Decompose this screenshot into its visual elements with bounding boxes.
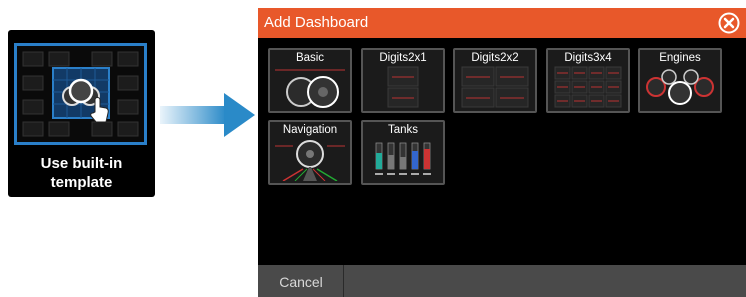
template-label-digits2x2: Digits2x2 [471,52,519,64]
tile-label: Use built-in template [40,155,123,191]
dialog-title: Add Dashboard [264,14,369,31]
template-card-digits2x1[interactable]: Digits2x1 [361,48,445,113]
cancel-button[interactable]: Cancel [258,265,344,297]
template-card-basic[interactable]: Basic [268,48,352,113]
template-label-digits3x4: Digits3x4 [564,52,612,64]
template-card-tanks[interactable]: Tanks [361,120,445,185]
close-icon[interactable] [718,12,740,34]
digits2x1-thumbnail [387,66,419,108]
template-card-digits2x2[interactable]: Digits2x2 [453,48,537,113]
basic-thumbnail [275,69,345,108]
template-label-engines: Engines [659,52,701,64]
arrow-right-icon [160,93,255,137]
cancel-label: Cancel [279,274,323,290]
template-label-navigation: Navigation [282,124,338,136]
template-label-tanks: Tanks [387,124,419,136]
digits3x4-thumbnail [554,66,622,108]
navigation-thumbnail [275,140,345,181]
add-dashboard-dialog: Add Dashboard Basic Digits2x1 Digits2x2 [258,8,746,297]
template-card-engines[interactable]: Engines [638,48,722,113]
digits2x2-thumbnail [461,66,529,108]
dialog-footer: Cancel [258,265,746,297]
template-card-digits3x4[interactable]: Digits3x4 [546,48,630,113]
template-label-basic: Basic [295,52,325,64]
template-illustration [14,43,147,145]
engines-thumbnail [646,69,714,105]
dashboard-grid-icon [22,51,139,137]
dialog-header: Add Dashboard [258,8,746,38]
built-in-template-tile[interactable]: Use built-in template [8,30,155,197]
tanks-thumbnail [375,142,431,175]
template-card-navigation[interactable]: Navigation [268,120,352,185]
template-label-digits2x1: Digits2x1 [379,52,427,64]
